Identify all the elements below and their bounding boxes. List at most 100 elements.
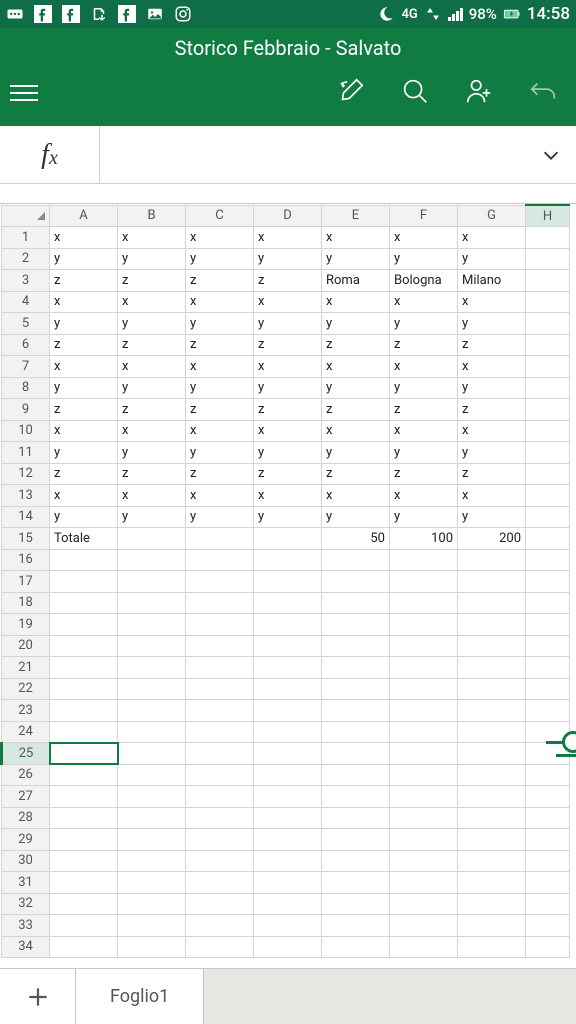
cell-D13[interactable]: x	[254, 485, 322, 507]
cell-G23[interactable]	[458, 700, 526, 722]
cell-B11[interactable]: y	[118, 442, 186, 464]
cell-C25[interactable]	[186, 743, 254, 765]
cell-E31[interactable]	[322, 872, 390, 894]
cell-C20[interactable]	[186, 635, 254, 657]
cell-G9[interactable]: z	[458, 399, 526, 421]
cell-G30[interactable]	[458, 850, 526, 872]
cell-E23[interactable]	[322, 700, 390, 722]
cell-D8[interactable]: y	[254, 377, 322, 399]
cell-A3[interactable]: z	[50, 270, 118, 292]
cell-F26[interactable]	[390, 764, 458, 786]
row-header-22[interactable]: 22	[2, 678, 50, 700]
cell-D25[interactable]	[254, 743, 322, 765]
column-header-C[interactable]: C	[186, 205, 254, 227]
cell-A10[interactable]: x	[50, 420, 118, 442]
expand-formula-bar[interactable]	[526, 144, 576, 166]
cell-A12[interactable]: z	[50, 463, 118, 485]
cell-B14[interactable]: y	[118, 506, 186, 528]
cell-C21[interactable]	[186, 657, 254, 679]
cell-D28[interactable]	[254, 807, 322, 829]
cell-C17[interactable]	[186, 571, 254, 593]
cell-F9[interactable]: z	[390, 399, 458, 421]
cell-H13[interactable]	[526, 485, 570, 507]
cell-B22[interactable]	[118, 678, 186, 700]
cell-A23[interactable]	[50, 700, 118, 722]
cell-B5[interactable]: y	[118, 313, 186, 335]
cell-E12[interactable]: z	[322, 463, 390, 485]
cell-G2[interactable]: y	[458, 248, 526, 270]
cell-E18[interactable]	[322, 592, 390, 614]
row-header-9[interactable]: 9	[2, 399, 50, 421]
cell-F8[interactable]: y	[390, 377, 458, 399]
cell-F34[interactable]	[390, 936, 458, 958]
cell-F3[interactable]: Bologna	[390, 270, 458, 292]
cell-B3[interactable]: z	[118, 270, 186, 292]
cell-E2[interactable]: y	[322, 248, 390, 270]
cell-E29[interactable]	[322, 829, 390, 851]
cell-C9[interactable]: z	[186, 399, 254, 421]
cell-B33[interactable]	[118, 915, 186, 937]
sheet-tab-active[interactable]: Foglio1	[76, 969, 204, 1024]
cell-G13[interactable]: x	[458, 485, 526, 507]
cell-E26[interactable]	[322, 764, 390, 786]
cell-A16[interactable]	[50, 549, 118, 571]
cell-A27[interactable]	[50, 786, 118, 808]
cell-H23[interactable]	[526, 700, 570, 722]
cell-H26[interactable]	[526, 764, 570, 786]
cell-D30[interactable]	[254, 850, 322, 872]
cell-F24[interactable]	[390, 721, 458, 743]
cell-A9[interactable]: z	[50, 399, 118, 421]
cell-A22[interactable]	[50, 678, 118, 700]
cell-E13[interactable]: x	[322, 485, 390, 507]
cell-E34[interactable]	[322, 936, 390, 958]
cell-E20[interactable]	[322, 635, 390, 657]
cell-H12[interactable]	[526, 463, 570, 485]
row-header-23[interactable]: 23	[2, 700, 50, 722]
cell-E27[interactable]	[322, 786, 390, 808]
cell-C31[interactable]	[186, 872, 254, 894]
cell-G11[interactable]: y	[458, 442, 526, 464]
cell-F19[interactable]	[390, 614, 458, 636]
cell-B17[interactable]	[118, 571, 186, 593]
row-header-15[interactable]: 15	[2, 528, 50, 550]
cell-A17[interactable]	[50, 571, 118, 593]
cell-F10[interactable]: x	[390, 420, 458, 442]
cell-E9[interactable]: z	[322, 399, 390, 421]
cell-E3[interactable]: Roma	[322, 270, 390, 292]
cell-H21[interactable]	[526, 657, 570, 679]
cell-D34[interactable]	[254, 936, 322, 958]
cell-G8[interactable]: y	[458, 377, 526, 399]
cell-C32[interactable]	[186, 893, 254, 915]
cell-C33[interactable]	[186, 915, 254, 937]
cell-E21[interactable]	[322, 657, 390, 679]
cell-G15[interactable]: 200	[458, 528, 526, 550]
cell-D20[interactable]	[254, 635, 322, 657]
cell-E5[interactable]: y	[322, 313, 390, 335]
cell-D16[interactable]	[254, 549, 322, 571]
cell-G1[interactable]: x	[458, 227, 526, 249]
row-header-14[interactable]: 14	[2, 506, 50, 528]
cell-A21[interactable]	[50, 657, 118, 679]
cell-F27[interactable]	[390, 786, 458, 808]
search-icon[interactable]	[400, 76, 430, 110]
cell-E19[interactable]	[322, 614, 390, 636]
cell-G31[interactable]	[458, 872, 526, 894]
cell-D21[interactable]	[254, 657, 322, 679]
undo-icon[interactable]	[528, 76, 558, 110]
cell-B2[interactable]: y	[118, 248, 186, 270]
cell-F31[interactable]	[390, 872, 458, 894]
cell-H10[interactable]	[526, 420, 570, 442]
row-header-18[interactable]: 18	[2, 592, 50, 614]
cell-E25[interactable]	[322, 743, 390, 765]
row-header-17[interactable]: 17	[2, 571, 50, 593]
cell-H34[interactable]	[526, 936, 570, 958]
cell-D26[interactable]	[254, 764, 322, 786]
cell-B27[interactable]	[118, 786, 186, 808]
row-header-11[interactable]: 11	[2, 442, 50, 464]
cell-C34[interactable]	[186, 936, 254, 958]
cell-E24[interactable]	[322, 721, 390, 743]
cell-B8[interactable]: y	[118, 377, 186, 399]
cell-E11[interactable]: y	[322, 442, 390, 464]
cell-E6[interactable]: z	[322, 334, 390, 356]
row-header-26[interactable]: 26	[2, 764, 50, 786]
